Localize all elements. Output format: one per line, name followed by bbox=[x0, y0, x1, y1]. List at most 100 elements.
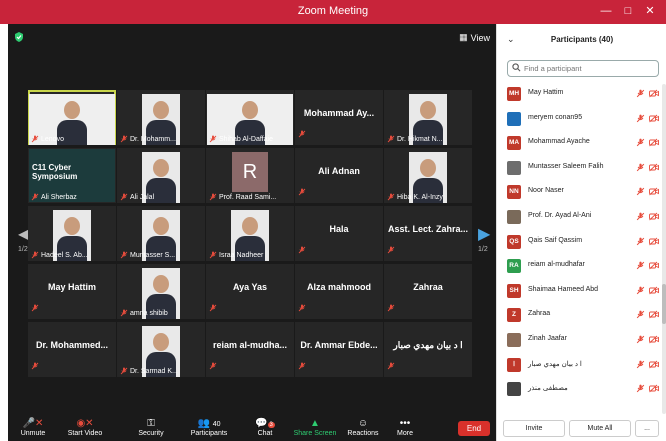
video-tile[interactable]: Muntasser S... bbox=[117, 206, 205, 261]
mic-muted-icon bbox=[387, 246, 395, 254]
video-tile[interactable]: Ali Adnan bbox=[295, 148, 383, 203]
tile-label: Ali Jalal bbox=[120, 193, 202, 201]
participant-row[interactable]: NN Noor Naser bbox=[497, 180, 659, 204]
mute-indicator bbox=[209, 357, 217, 375]
scrollbar[interactable] bbox=[662, 84, 666, 414]
video-tile[interactable]: amna shibib bbox=[117, 264, 205, 319]
mic-muted-icon bbox=[636, 360, 645, 368]
video-tile[interactable]: Asst. Lect. Zahra... bbox=[384, 206, 472, 261]
view-button[interactable]: ▦ View bbox=[459, 32, 490, 43]
participant-name: Dr. Mohamm... bbox=[130, 135, 176, 143]
mic-muted-icon bbox=[387, 362, 395, 370]
video-tile[interactable]: Shihab Al-Daffaie bbox=[206, 90, 294, 145]
participant-name: Israa Nadheer bbox=[219, 251, 264, 259]
video-tile[interactable]: C11 Cyber Symposium Ali Sherbaz bbox=[28, 148, 116, 203]
participant-row[interactable]: QS Qais Saif Qassim bbox=[497, 230, 659, 254]
video-tile[interactable]: Lenovo bbox=[28, 90, 116, 145]
scrollbar-thumb[interactable] bbox=[662, 284, 666, 324]
mic-muted-icon bbox=[120, 135, 128, 143]
participant-row[interactable]: Zinah Jaafar bbox=[497, 328, 659, 352]
tile-label: Israa Nadheer bbox=[209, 251, 291, 259]
participant-name: reiam al-mudha... bbox=[212, 340, 288, 350]
mic-muted-icon bbox=[636, 114, 645, 122]
video-tile[interactable]: Zahraa bbox=[384, 264, 472, 319]
video-tile[interactable]: Dr. Mohammed... bbox=[28, 322, 116, 377]
security-button[interactable]: ⚿ Security bbox=[126, 417, 176, 441]
video-tile[interactable]: Dr. Hikmat N... bbox=[384, 90, 472, 145]
mic-muted-icon bbox=[387, 304, 395, 312]
shield-icon[interactable] bbox=[14, 32, 24, 42]
mic-muted-icon bbox=[636, 384, 645, 393]
mute-indicator bbox=[298, 183, 306, 201]
video-tile[interactable]: reiam al-mudha... bbox=[206, 322, 294, 377]
panel-more-button[interactable]: ... bbox=[635, 420, 659, 437]
participant-row[interactable]: مصطفى منذر bbox=[497, 377, 659, 401]
participant-name: Shihab Al-Daffaie bbox=[219, 135, 273, 143]
participant-name: Hadeel S. Ab... bbox=[41, 251, 88, 259]
participant-row[interactable]: MA Mohammad Ayache bbox=[497, 131, 659, 155]
tile-label: amna shibib bbox=[120, 309, 202, 317]
video-tile[interactable]: R Prof. Raad Sami... bbox=[206, 148, 294, 203]
video-tile[interactable]: Hala bbox=[295, 206, 383, 261]
participant-row[interactable]: SH Shaimaa Hameed Abd bbox=[497, 279, 659, 303]
next-page-arrow[interactable]: ▶ bbox=[478, 224, 490, 244]
participant-row[interactable]: ا ا د بيان مهدي صبار bbox=[497, 353, 659, 377]
mic-muted-icon bbox=[636, 310, 645, 319]
video-tile[interactable]: Dr. Ammar Ebde... bbox=[295, 322, 383, 377]
tile-label: Shihab Al-Daffaie bbox=[209, 135, 291, 143]
video-tile[interactable]: Hadeel S. Ab... bbox=[28, 206, 116, 261]
share-screen-button[interactable]: ▲ Share Screen bbox=[290, 417, 340, 441]
mic-muted-icon bbox=[298, 130, 306, 138]
participant-name: Shaimaa Hameed Abd bbox=[528, 285, 599, 293]
mute-indicator bbox=[387, 357, 395, 375]
participant-row[interactable]: Prof. Dr. Ayad Al-Ani bbox=[497, 205, 659, 229]
video-tile[interactable]: Dr. Sarmad K... bbox=[117, 322, 205, 377]
avatar: QS bbox=[507, 234, 521, 249]
video-tile[interactable]: Aya Yas bbox=[206, 264, 294, 319]
search-input[interactable] bbox=[524, 62, 652, 74]
mute-all-button[interactable]: Mute All bbox=[569, 420, 631, 437]
participant-name: Zinah Jaafar bbox=[528, 335, 567, 342]
video-tile[interactable]: Mohammad Ay... bbox=[295, 90, 383, 145]
participant-row[interactable]: MH May Hattim bbox=[497, 82, 659, 106]
more-button[interactable]: ••• More bbox=[380, 417, 430, 441]
page-indicator-right: 1/2 bbox=[478, 246, 488, 253]
video-tile[interactable]: Hiba K. Al-Inzy bbox=[384, 148, 472, 203]
avatar bbox=[507, 382, 521, 397]
maximize-icon[interactable]: □ bbox=[620, 3, 636, 19]
unmute-button[interactable]: 🎤✕ Unmute bbox=[8, 417, 58, 441]
mic-muted-icon bbox=[120, 251, 128, 259]
participant-name: Dr. Sarmad K... bbox=[130, 367, 178, 375]
view-label: View bbox=[470, 32, 490, 43]
video-off-icon bbox=[649, 335, 659, 344]
video-tile[interactable]: Ali Jalal bbox=[117, 148, 205, 203]
video-off-icon bbox=[649, 311, 659, 319]
end-meeting-button[interactable]: End bbox=[458, 421, 490, 436]
minimize-icon[interactable]: — bbox=[598, 3, 614, 19]
participant-row[interactable]: Muntasser Saleem Falih bbox=[497, 156, 659, 180]
chat-button[interactable]: 💬 3 Chat bbox=[240, 417, 290, 441]
mute-indicator bbox=[387, 299, 395, 317]
video-tile[interactable]: Alza mahmood bbox=[295, 264, 383, 319]
invite-button[interactable]: Invite bbox=[503, 420, 565, 437]
video-tile[interactable]: Israa Nadheer bbox=[206, 206, 294, 261]
participant-row[interactable]: Z Zahraa bbox=[497, 303, 659, 327]
participant-name: Aya Yas bbox=[232, 282, 268, 292]
start-video-button[interactable]: ◉✕ Start Video bbox=[60, 417, 110, 441]
participant-row[interactable]: RA reiam al-mudhafar bbox=[497, 254, 659, 278]
video-tile[interactable]: May Hattim bbox=[28, 264, 116, 319]
video-tile[interactable]: Dr. Mohamm... bbox=[117, 90, 205, 145]
tile-label: Dr. Hikmat N... bbox=[387, 135, 469, 143]
video-area: ▦ View ◀ 1/2 ▶ 1/2 Lenovo Dr. Mohamm... Sh… bbox=[8, 24, 496, 417]
people-icon: 👥 bbox=[197, 418, 210, 429]
video-tile[interactable]: ا د بيان مهدي صبار bbox=[384, 322, 472, 377]
mic-muted-icon bbox=[120, 193, 128, 201]
participants-button[interactable]: 👥 40 Participants bbox=[184, 417, 234, 441]
participant-row[interactable]: meryem conan95 bbox=[497, 107, 659, 131]
participant-name: Ali Jalal bbox=[130, 193, 155, 201]
close-icon[interactable]: ✕ bbox=[642, 3, 658, 19]
participant-name: Muntasser Saleem Falih bbox=[528, 162, 604, 170]
video-off-icon bbox=[649, 89, 659, 98]
mic-muted-icon bbox=[636, 187, 645, 196]
participant-name: Alza mahmood bbox=[306, 282, 371, 292]
